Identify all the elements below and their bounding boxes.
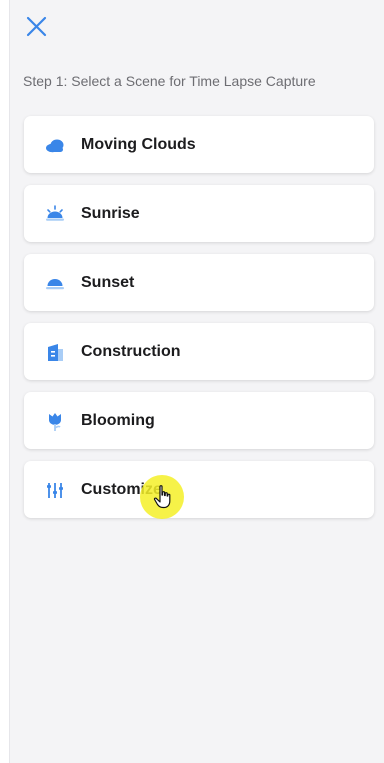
sunset-icon [44, 272, 66, 294]
building-icon [44, 341, 66, 363]
scene-option-construction[interactable]: Construction [24, 323, 374, 380]
scene-label: Customize [81, 480, 162, 498]
app-screen: Step 1: Select a Scene for Time Lapse Ca… [9, 0, 384, 763]
cloud-icon [44, 134, 66, 156]
sunrise-icon [44, 203, 66, 225]
scene-label: Moving Clouds [81, 135, 196, 153]
scene-label: Construction [81, 342, 181, 360]
scene-option-customize[interactable]: Customize [24, 461, 374, 518]
scene-option-blooming[interactable]: Blooming [24, 392, 374, 449]
step-instruction: Step 1: Select a Scene for Time Lapse Ca… [23, 73, 316, 89]
scene-option-sunrise[interactable]: Sunrise [24, 185, 374, 242]
close-x-icon [26, 16, 47, 37]
scene-list: Moving Clouds Sunrise Sunset Constructio… [24, 116, 374, 530]
close-button[interactable] [24, 14, 50, 40]
sliders-icon [44, 479, 66, 501]
scene-label: Sunset [81, 273, 135, 291]
flower-icon [44, 410, 66, 432]
scene-option-sunset[interactable]: Sunset [24, 254, 374, 311]
scene-option-moving-clouds[interactable]: Moving Clouds [24, 116, 374, 173]
scene-label: Blooming [81, 411, 155, 429]
scene-label: Sunrise [81, 204, 140, 222]
